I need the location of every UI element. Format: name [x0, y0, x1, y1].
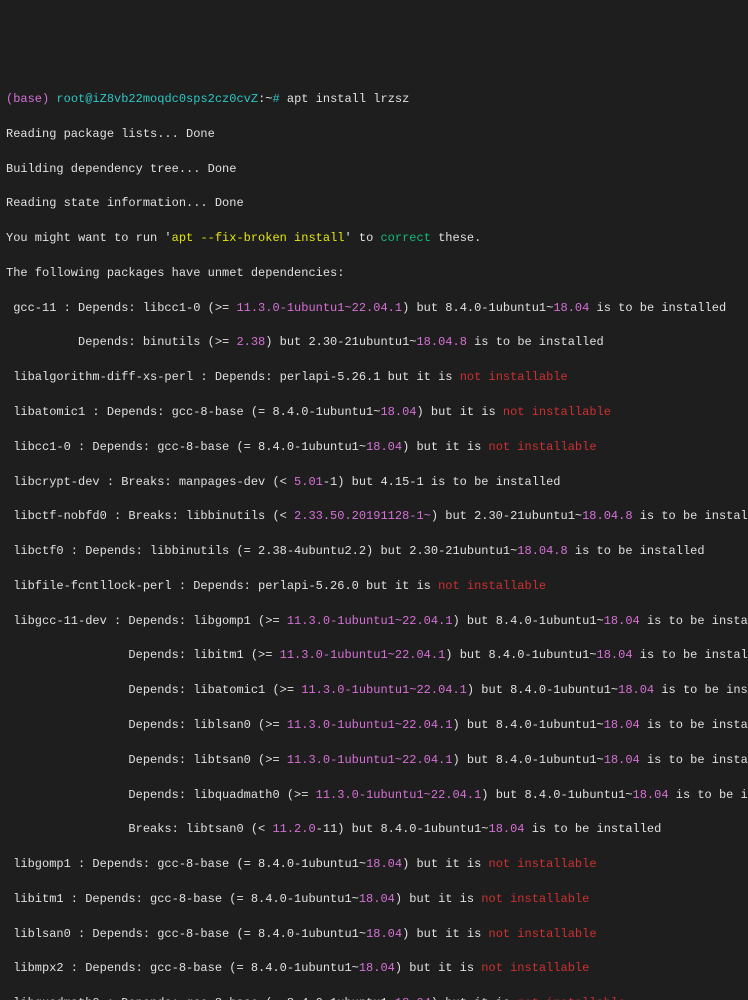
- dep-line: Depends: libatomic1 (>= 11.3.0-1ubuntu1~…: [6, 682, 742, 699]
- dep-line: libctf-nobfd0 : Breaks: libbinutils (< 2…: [6, 508, 742, 525]
- path: :~: [258, 92, 272, 106]
- dep-line: Depends: libtsan0 (>= 11.3.0-1ubuntu1~22…: [6, 752, 742, 769]
- dep-line: libitm1 : Depends: gcc-8-base (= 8.4.0-1…: [6, 891, 742, 908]
- command: apt install lrzsz: [280, 92, 410, 106]
- dep-line: libgomp1 : Depends: gcc-8-base (= 8.4.0-…: [6, 856, 742, 873]
- dep-line: Breaks: libtsan0 (< 11.2.0-11) but 8.4.0…: [6, 821, 742, 838]
- dep-line: libfile-fcntllock-perl : Depends: perlap…: [6, 578, 742, 595]
- dep-line: libmpx2 : Depends: gcc-8-base (= 8.4.0-1…: [6, 960, 742, 977]
- output-line: The following packages have unmet depend…: [6, 265, 742, 282]
- prompt-line: (base) root@iZ8vb22moqdc0sps2cz0cvZ:~# a…: [6, 91, 742, 108]
- dep-line: libalgorithm-diff-xs-perl : Depends: per…: [6, 369, 742, 386]
- user-host: root@iZ8vb22moqdc0sps2cz0cvZ: [49, 92, 258, 106]
- dep-line: libquadmath0 : Depends: gcc-8-base (= 8.…: [6, 995, 742, 1000]
- dep-line: Depends: libitm1 (>= 11.3.0-1ubuntu1~22.…: [6, 647, 742, 664]
- dep-line: Depends: binutils (>= 2.38) but 2.30-21u…: [6, 334, 742, 351]
- output-line: You might want to run 'apt --fix-broken …: [6, 230, 742, 247]
- output-line: Reading package lists... Done: [6, 126, 742, 143]
- dep-line: libatomic1 : Depends: gcc-8-base (= 8.4.…: [6, 404, 742, 421]
- dep-line: Depends: libquadmath0 (>= 11.3.0-1ubuntu…: [6, 787, 742, 804]
- dep-line: gcc-11 : Depends: libcc1-0 (>= 11.3.0-1u…: [6, 300, 742, 317]
- dep-line: libgcc-11-dev : Depends: libgomp1 (>= 11…: [6, 613, 742, 630]
- output-line: Reading state information... Done: [6, 195, 742, 212]
- output-line: Building dependency tree... Done: [6, 161, 742, 178]
- hash: #: [272, 92, 279, 106]
- dep-line: libctf0 : Depends: libbinutils (= 2.38-4…: [6, 543, 742, 560]
- dep-line: liblsan0 : Depends: gcc-8-base (= 8.4.0-…: [6, 926, 742, 943]
- terminal-output[interactable]: (base) root@iZ8vb22moqdc0sps2cz0cvZ:~# a…: [6, 74, 742, 1000]
- dep-line: libcc1-0 : Depends: gcc-8-base (= 8.4.0-…: [6, 439, 742, 456]
- conda-base: (base): [6, 92, 49, 106]
- dep-line: Depends: liblsan0 (>= 11.3.0-1ubuntu1~22…: [6, 717, 742, 734]
- dep-line: libcrypt-dev : Breaks: manpages-dev (< 5…: [6, 474, 742, 491]
